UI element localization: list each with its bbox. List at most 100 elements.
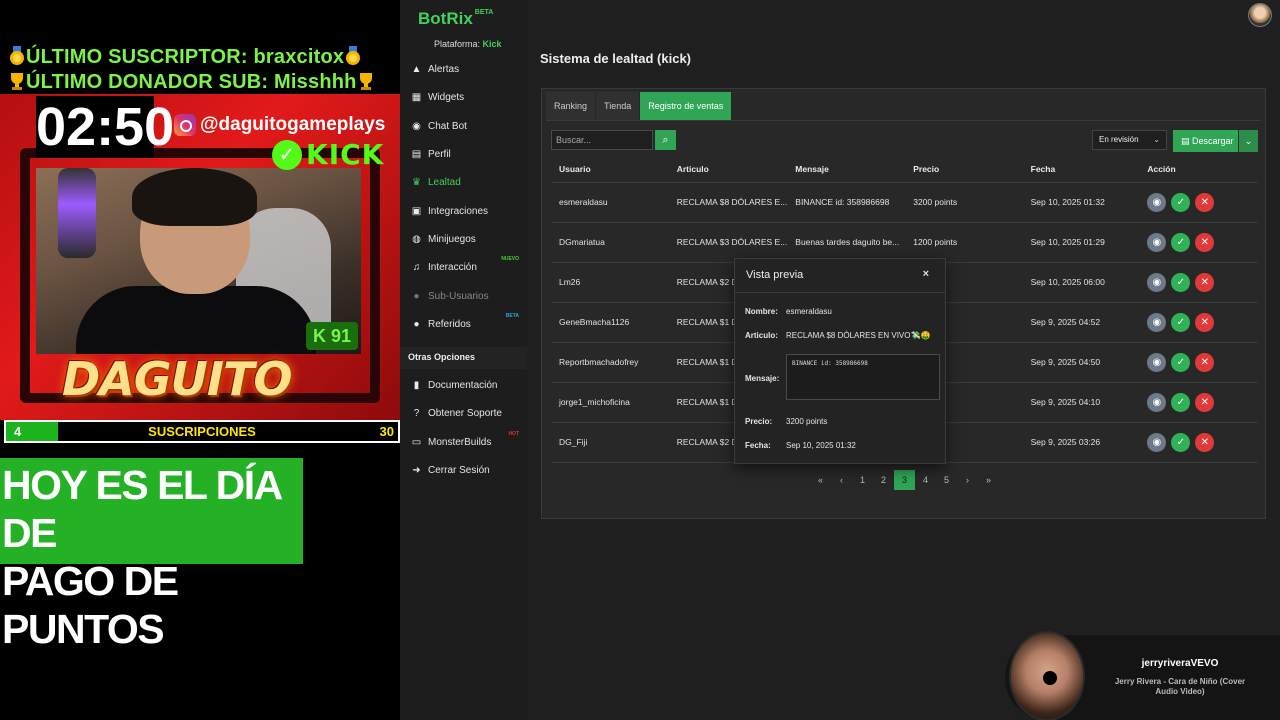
cell-actions: ◉ ✓ ✕ [1139, 342, 1258, 383]
approve-button[interactable]: ✓ [1171, 432, 1191, 452]
sidebar-item-minijuegos[interactable]: ◍ Minijuegos [400, 225, 527, 253]
sidebar: BotRix BETA Plataforma: Kick ▲ Alertas ▦ Wi… [400, 0, 527, 720]
view-button[interactable]: ◉ [1147, 312, 1167, 332]
reject-button[interactable]: ✕ [1195, 312, 1215, 332]
page-next-button[interactable]: › [957, 470, 978, 490]
view-button[interactable]: ◉ [1147, 432, 1167, 452]
view-button[interactable]: ◉ [1147, 392, 1167, 412]
approve-button[interactable]: ✓ [1171, 272, 1191, 292]
bot-icon: ◉ [412, 120, 421, 132]
view-button[interactable]: ◉ [1147, 192, 1167, 212]
column-header-articulo: Articulo [668, 156, 788, 183]
page-2-button[interactable]: 2 [873, 470, 894, 490]
view-button[interactable]: ◉ [1147, 232, 1167, 252]
eye-icon: ◉ [1152, 236, 1162, 248]
approve-button[interactable]: ✓ [1171, 192, 1191, 212]
page-prev-button[interactable]: ‹ [831, 470, 852, 490]
preview-modal: Vista previa × Nombre: esmeraldasu Articu… [734, 258, 946, 464]
approve-button[interactable]: ✓ [1171, 392, 1191, 412]
reject-button[interactable]: ✕ [1195, 272, 1215, 292]
sidebar-item-perfil[interactable]: ▤ Perfil [400, 140, 527, 168]
check-icon: ✓ [1176, 236, 1186, 248]
kick-label: KICK [306, 138, 385, 171]
eye-icon: ◉ [1152, 436, 1162, 448]
page-1-button[interactable]: 1 [852, 470, 873, 490]
status-filter-select[interactable]: En revisión ⌄ [1092, 130, 1167, 150]
close-icon[interactable]: × [923, 268, 929, 280]
sidebar-item-label: Lealtad [428, 176, 461, 188]
sidebar-item-label: Alertas [428, 63, 460, 75]
streamer-logo: DAGUITO [62, 352, 292, 406]
approve-button[interactable]: ✓ [1171, 352, 1191, 372]
sidebar-item-integraciones[interactable]: ▣ Integraciones [400, 197, 527, 225]
medal-icon [8, 46, 26, 66]
cell-actions: ◉ ✓ ✕ [1139, 422, 1258, 463]
close-icon: ✕ [1200, 276, 1210, 288]
view-button[interactable]: ◉ [1147, 352, 1167, 372]
search-input[interactable] [551, 130, 653, 150]
page-3-button[interactable]: 3 [894, 470, 915, 490]
user-avatar[interactable] [1248, 3, 1272, 27]
cell-user: jorge1_michoficina [551, 382, 669, 423]
sidebar-item-lealtad[interactable]: ♛ Lealtad [400, 168, 527, 196]
page-last-button[interactable]: » [978, 470, 999, 490]
search-button[interactable]: ⌕ [655, 130, 676, 150]
close-icon: ✕ [1200, 196, 1210, 208]
tab-ranking[interactable]: Ranking [546, 92, 597, 120]
download-options-toggle[interactable]: ⌄ [1239, 130, 1258, 152]
sidebar-item-alertas[interactable]: ▲ Alertas [400, 55, 527, 83]
reject-button[interactable]: ✕ [1195, 352, 1215, 372]
id-card-icon: ▤ [411, 148, 422, 160]
eye-icon: ◉ [1152, 356, 1162, 368]
sidebar-item-label: Sub-Usuarios [428, 290, 489, 302]
tab-registro-de-ventas[interactable]: Registro de ventas [640, 92, 733, 120]
last-donor-banner: ÚLTIMO DONADOR SUB: Misshhh [8, 71, 398, 94]
sidebar-item-label: MonsterBuilds [428, 436, 492, 448]
sidebar-item-chat-bot[interactable]: ◉ Chat Bot [400, 112, 527, 140]
cell-actions: ◉ ✓ ✕ [1139, 382, 1258, 423]
sidebar-item-cerrar-sesion[interactable]: ➜ Cerrar Sesión [400, 456, 527, 484]
page-5-button[interactable]: 5 [936, 470, 957, 490]
sidebar-item-label: Chat Bot [428, 120, 467, 132]
page-4-button[interactable]: 4 [915, 470, 936, 490]
reject-button[interactable]: ✕ [1195, 232, 1215, 252]
sidebar-item-label: Integraciones [428, 205, 489, 217]
tab-tienda[interactable]: Tienda [596, 92, 641, 120]
sidebar-item-soporte[interactable]: ? Obtener Soporte [400, 399, 527, 427]
now-playing-title: Jerry Rivera - Cara de Niño (Cover Audio… [1114, 677, 1246, 696]
modal-date-row: Fecha: Sep 10, 2025 01:32 [745, 441, 856, 450]
reject-button[interactable]: ✕ [1195, 392, 1215, 412]
book-icon: ▮ [413, 379, 420, 391]
cell-user: DGmariatua [551, 222, 669, 263]
cell-date: Sep 10, 2025 01:29 [1022, 222, 1140, 263]
view-button[interactable]: ◉ [1147, 272, 1167, 292]
download-label: Descargar [1192, 136, 1234, 146]
page-first-button[interactable]: « [810, 470, 831, 490]
sidebar-item-label: Referidos [428, 318, 471, 330]
last-donor-text: ÚLTIMO DONADOR SUB: Misshhh [26, 71, 357, 93]
sidebar-item-label: Interacción [428, 261, 477, 273]
medal-icon [344, 46, 362, 66]
promo-banner: HOY ES EL DÍA DE PAGO DE PUNTOS [0, 458, 303, 652]
subscription-goal: 30 [379, 424, 394, 439]
modal-item-row: Articulo: RECLAMA $8 DÓLARES EN VIVO💸🤑 [745, 331, 930, 340]
modal-message-box[interactable]: BINANCE id: 358986698 [786, 354, 940, 400]
reject-button[interactable]: ✕ [1195, 192, 1215, 212]
close-icon: ✕ [1200, 436, 1210, 448]
download-button[interactable]: ▤ Descargar [1173, 130, 1238, 152]
reject-button[interactable]: ✕ [1195, 432, 1215, 452]
platform-value: Kick [482, 39, 502, 49]
approve-button[interactable]: ✓ [1171, 312, 1191, 332]
brand-logo[interactable]: BotRix BETA [418, 9, 493, 29]
sidebar-item-interaccion[interactable]: ♫ Interacción NUEVO [400, 253, 527, 281]
sidebar-item-widgets[interactable]: ▦ Widgets [400, 83, 527, 111]
sidebar-item-sub-usuarios[interactable]: ● Sub-Usuarios [400, 282, 527, 310]
sidebar-item-monsterbuilds[interactable]: ▭ MonsterBuilds HOT [400, 428, 527, 456]
countdown-timer: 02:50 [36, 96, 175, 158]
instagram-icon [174, 114, 196, 136]
sidebar-item-referidos[interactable]: ● Referidos BETA [400, 310, 527, 338]
column-header-precio: Precio [905, 156, 1023, 183]
users-icon: ● [413, 290, 420, 302]
sidebar-item-documentacion[interactable]: ▮ Documentación [400, 371, 527, 399]
approve-button[interactable]: ✓ [1171, 232, 1191, 252]
